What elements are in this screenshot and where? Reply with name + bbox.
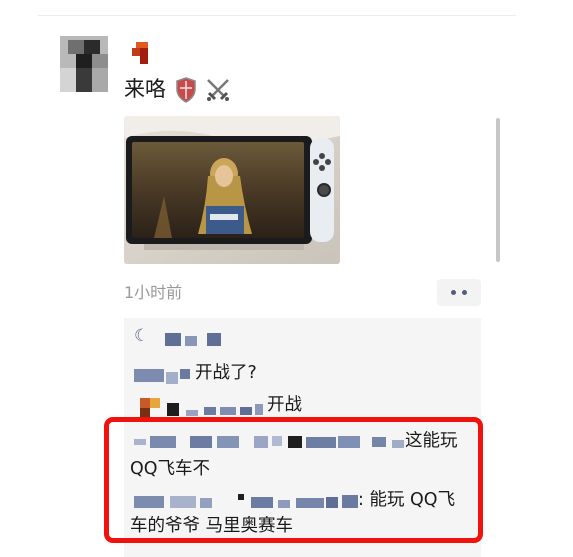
more-dot-icon: [451, 290, 456, 295]
comment-text: 开战了?: [195, 363, 257, 383]
comment-author[interactable]: [134, 369, 164, 382]
comment-author[interactable]: [167, 403, 179, 416]
more-dot-icon: [462, 290, 467, 295]
comment-author[interactable]: [240, 407, 252, 415]
top-divider: [38, 15, 516, 16]
comment-author[interactable]: [150, 398, 160, 408]
liked-user-name[interactable]: [165, 333, 181, 346]
shield-emoji: [175, 77, 196, 103]
comment-author[interactable]: [180, 369, 190, 379]
comment-author[interactable]: [220, 407, 236, 415]
scrollbar[interactable]: [496, 118, 500, 262]
liked-user-name[interactable]: [207, 333, 221, 346]
post-image[interactable]: [124, 116, 340, 264]
comment-author[interactable]: [140, 398, 150, 408]
comment-author[interactable]: [186, 410, 198, 416]
highlight-annotation-box: [104, 417, 483, 543]
liked-user-name[interactable]: [185, 336, 197, 346]
crossed-swords-emoji: [207, 79, 230, 101]
more-actions-button[interactable]: [437, 279, 481, 306]
post-timestamp: 1小时前: [124, 283, 183, 302]
post-text: 来咯: [124, 74, 231, 104]
like-icon: ☾: [134, 326, 150, 346]
comment-text: 开战: [267, 395, 302, 415]
avatar[interactable]: [60, 36, 108, 92]
post-text-content: 来咯: [124, 77, 166, 101]
comment-author[interactable]: [255, 404, 263, 415]
username[interactable]: [132, 42, 148, 64]
comment-author[interactable]: [166, 372, 178, 384]
comment-author[interactable]: [204, 407, 216, 415]
